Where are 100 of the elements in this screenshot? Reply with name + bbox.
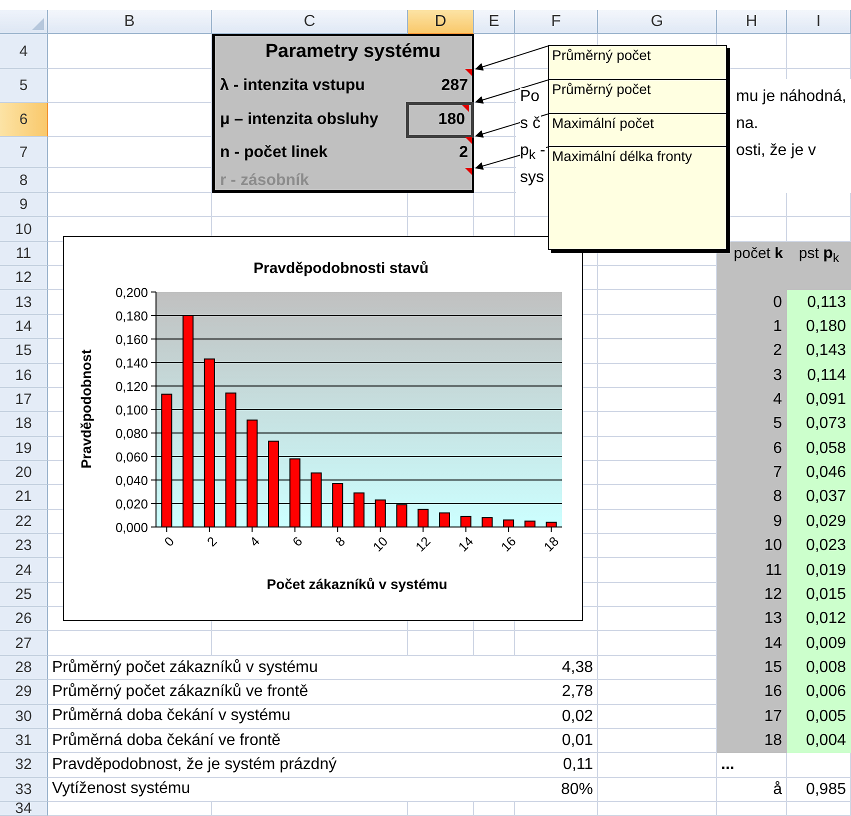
column-heading: pst p$_{k}$	[798, 244, 840, 266]
row-header[interactable]: 32	[0, 753, 48, 778]
tick-label: 2	[204, 534, 220, 550]
table-cell-text: 0,023	[804, 536, 847, 556]
table-cell-text: 2	[772, 341, 783, 362]
row-header[interactable]: 18	[0, 412, 48, 437]
table-cell-text: 18	[763, 731, 783, 752]
tick-label: 0,120	[115, 379, 148, 394]
row-header[interactable]: 20	[0, 460, 48, 486]
row-header[interactable]: 29	[0, 680, 48, 705]
tick-label: 0,100	[115, 402, 148, 418]
table-cell-text: 0,009	[804, 634, 847, 654]
table-cell-text: 2,78	[560, 682, 594, 702]
parameter-label: λ - intenzita vstupu	[219, 76, 366, 96]
column-header[interactable]: D	[408, 10, 474, 34]
column-heading: počet k	[732, 244, 784, 264]
table-cell-text: 0,029	[804, 512, 847, 532]
tick-label: 6	[289, 534, 306, 550]
panel-title: Parametry systému	[264, 40, 442, 64]
table-cell-text: 0,11	[562, 755, 594, 776]
comment-text: Průměrný počet	[552, 81, 652, 98]
column-header[interactable]: F	[515, 10, 598, 34]
select-all-button[interactable]	[0, 10, 48, 34]
bar	[546, 522, 557, 528]
row-header[interactable]: 22	[0, 510, 48, 534]
table-cell-text: 10	[763, 536, 783, 556]
bar	[482, 517, 493, 528]
table-cell-text: 14	[763, 634, 783, 654]
tick-label: 0,200	[115, 285, 148, 300]
bar	[503, 519, 514, 528]
table-cell-text: 0,113	[806, 292, 847, 313]
axis-label: Pravděpodobnost	[78, 350, 94, 468]
tick-label: 12	[412, 534, 434, 555]
table-cell-text: 0,004	[804, 731, 847, 752]
table-cell-text: 0,02	[560, 706, 594, 727]
row-header[interactable]: 7	[0, 137, 48, 168]
row-header[interactable]: 21	[0, 485, 48, 510]
column-header[interactable]: H	[717, 10, 787, 34]
row-header[interactable]: 25	[0, 582, 48, 608]
tick-label: 0,040	[115, 473, 148, 488]
tick-label: 0,180	[115, 308, 148, 324]
table-cell-text: å	[772, 780, 783, 800]
chart-title: Pravděpodobnosti stavů	[253, 260, 429, 277]
row-header[interactable]: 8	[0, 168, 48, 193]
row-header[interactable]: 23	[0, 534, 48, 558]
row-header[interactable]: 14	[0, 314, 48, 340]
bar	[460, 516, 472, 528]
row-header[interactable]: 33	[0, 778, 48, 802]
column-header[interactable]: B	[48, 10, 212, 34]
column-header[interactable]: I	[787, 10, 851, 34]
tick-label: 8	[332, 534, 348, 550]
table-cell-text: 0,015	[804, 584, 847, 605]
row-header[interactable]: 4	[0, 34, 48, 69]
parameter-value[interactable]: 180	[406, 102, 474, 138]
table-cell-text: 0,01	[560, 731, 594, 752]
column-header[interactable]: E	[474, 10, 515, 34]
axis-label: Počet zákazníků v systému	[266, 576, 448, 592]
row-header[interactable]: 27	[0, 631, 48, 656]
tick-label: 0,000	[115, 520, 148, 535]
tick-label: 18	[540, 534, 562, 555]
comment-text: Maximální počet	[552, 115, 655, 132]
table-cell-text: 0,019	[804, 560, 847, 581]
table-cell-text: 0,073	[804, 414, 847, 434]
row-header[interactable]: 34	[0, 802, 48, 816]
column-header[interactable]: G	[598, 10, 717, 34]
comment-marker-icon	[465, 137, 472, 144]
row-header[interactable]: 11	[0, 242, 48, 266]
row-header[interactable]: 15	[0, 339, 48, 364]
note-text: osti, že je v	[736, 142, 816, 160]
row-header[interactable]: 6	[0, 103, 48, 137]
tick-label: 0,140	[115, 356, 148, 370]
table-cell-text: ...	[720, 755, 736, 776]
table-cell-text: 0,114	[806, 366, 847, 386]
table-cell-text: 0,058	[804, 438, 847, 459]
table-cell-text: 15	[763, 658, 783, 678]
table-cell-text: 12	[763, 584, 783, 605]
column-header[interactable]: C	[212, 10, 408, 34]
row-header[interactable]: 17	[0, 388, 48, 412]
table-cell-text: 17	[763, 706, 783, 727]
row-header[interactable]: 16	[0, 364, 48, 388]
row-header[interactable]: 10	[0, 217, 48, 242]
row-header[interactable]: 9	[0, 193, 48, 218]
parameter-value[interactable]: 2	[408, 137, 474, 168]
row-header[interactable]: 19	[0, 436, 48, 461]
bar	[438, 512, 450, 528]
row-header[interactable]: 26	[0, 607, 48, 632]
table-cell-text: 1	[772, 316, 783, 337]
row-header[interactable]: 28	[0, 656, 48, 680]
parameter-label: n - počet linek	[219, 142, 329, 162]
row-header[interactable]: 12	[0, 266, 48, 290]
row-header[interactable]: 5	[0, 69, 48, 103]
row-header[interactable]: 24	[0, 558, 48, 583]
parameter-value[interactable]: 287	[408, 69, 474, 103]
row-header[interactable]: 13	[0, 290, 48, 315]
row-header[interactable]: 31	[0, 728, 48, 754]
table-cell-text: 5	[772, 414, 783, 434]
comment-marker-icon	[465, 69, 472, 76]
table-cell-text: 13	[763, 609, 783, 630]
row-header[interactable]: 30	[0, 704, 48, 729]
table-cell-text: 0,012	[804, 609, 847, 630]
